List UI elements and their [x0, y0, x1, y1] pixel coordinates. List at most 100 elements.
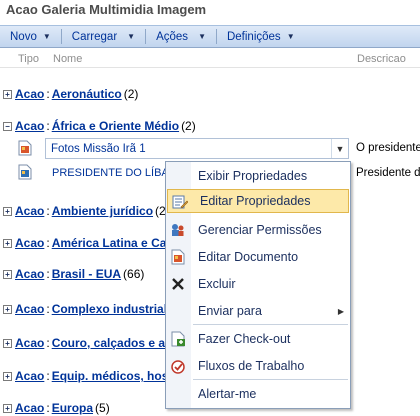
- menu-item-send-to[interactable]: Enviar para ▶: [166, 299, 350, 323]
- group-row: + Acao: Equip. médicos, hosp: [3, 368, 178, 384]
- item-description: O presidente: [356, 142, 420, 154]
- item-name-dropdown[interactable]: Fotos Missão Irã 1 ▼: [45, 138, 349, 159]
- group-name-link[interactable]: América Latina e Ca: [52, 236, 167, 250]
- image-file-icon: [18, 164, 32, 180]
- expand-icon[interactable]: +: [3, 269, 12, 279]
- group-prefix-link[interactable]: Acao: [15, 119, 44, 133]
- menu-item-delete[interactable]: Excluir: [166, 272, 350, 296]
- column-header-description[interactable]: Descricao: [357, 53, 406, 65]
- toolbar-separator: [215, 29, 217, 44]
- group-row-expanded: − Acao: África e Oriente Médio (2): [3, 118, 196, 134]
- expand-icon[interactable]: +: [3, 238, 12, 248]
- edit-properties-icon: [172, 194, 188, 210]
- view-properties-icon: [170, 168, 186, 184]
- group-name-link[interactable]: Brasil - EUA: [52, 267, 121, 281]
- chevron-down-icon[interactable]: ▼: [331, 139, 348, 158]
- menu-item-label: Editar Propriedades: [200, 194, 311, 208]
- expand-icon[interactable]: +: [3, 89, 12, 99]
- group-prefix-link[interactable]: Acao: [15, 369, 44, 383]
- menu-item-workflows[interactable]: Fluxos de Trabalho: [166, 354, 350, 378]
- group-name-link[interactable]: Complexo industrial: [52, 302, 167, 316]
- group-prefix-link[interactable]: Acao: [15, 236, 44, 250]
- menu-item-edit-properties[interactable]: Editar Propriedades: [167, 189, 349, 213]
- group-prefix-link[interactable]: Acao: [15, 204, 44, 218]
- menu-item-label: Alertar-me: [198, 387, 257, 401]
- settings-label: Definições: [226, 30, 281, 43]
- group-colon: :: [46, 87, 50, 101]
- menu-item-label: Enviar para: [198, 304, 262, 318]
- group-name-link[interactable]: Europa: [52, 401, 93, 415]
- chevron-down-icon: ▼: [198, 32, 206, 41]
- group-row: + Acao: Europa (5): [3, 400, 110, 416]
- expand-icon[interactable]: +: [3, 338, 12, 348]
- expand-icon[interactable]: +: [3, 304, 12, 314]
- group-count: (5): [95, 401, 110, 415]
- group-colon: :: [46, 401, 50, 415]
- alert-me-icon: [170, 386, 186, 402]
- group-name-link[interactable]: Ambiente jurídico: [52, 204, 153, 218]
- group-colon: :: [46, 369, 50, 383]
- column-header-type[interactable]: Tipo: [18, 53, 39, 65]
- menu-item-view-properties[interactable]: Exibir Propriedades: [166, 164, 350, 188]
- group-row: + Acao: América Latina e Ca: [3, 235, 168, 251]
- group-row: + Acao: Ambiente jurídico (2: [3, 203, 166, 219]
- group-name-link[interactable]: Couro, calçados e ar: [52, 336, 170, 350]
- actions-label: Ações: [156, 30, 189, 43]
- menu-item-manage-permissions[interactable]: Gerenciar Permissões: [166, 218, 350, 242]
- toolbar: Novo ▼ Carregar ▼ Ações ▼ Definições ▼: [0, 25, 420, 48]
- group-colon: :: [46, 336, 50, 350]
- group-colon: :: [46, 302, 50, 316]
- list-title: Acao Galeria Multimidia Imagem: [6, 2, 207, 17]
- group-name-link[interactable]: Aeronáutico: [52, 87, 122, 101]
- settings-menu-button[interactable]: Definições ▼: [219, 27, 303, 46]
- group-row: + Acao: Couro, calçados e ar: [3, 335, 172, 351]
- toolbar-separator: [145, 29, 147, 44]
- item-name-link[interactable]: Fotos Missão Irã 1: [46, 143, 331, 155]
- group-prefix-link[interactable]: Acao: [15, 302, 44, 316]
- item-description: Presidente do: [356, 167, 420, 179]
- submenu-arrow-icon: ▶: [337, 306, 344, 316]
- group-row: + Acao: Aeronáutico (2): [3, 86, 138, 102]
- workflows-icon: [170, 358, 186, 374]
- group-name-link[interactable]: África e Oriente Médio: [52, 119, 179, 133]
- group-colon: :: [46, 236, 50, 250]
- menu-item-label: Fazer Check-out: [198, 332, 291, 346]
- group-count: (2): [123, 87, 139, 101]
- header-divider: [0, 67, 420, 68]
- toolbar-separator: [60, 29, 62, 44]
- group-colon: :: [46, 204, 50, 218]
- image-file-icon: [18, 140, 32, 156]
- expand-icon[interactable]: +: [3, 403, 12, 413]
- column-header-name[interactable]: Nome: [53, 53, 82, 65]
- chevron-down-icon: ▼: [42, 32, 51, 41]
- actions-menu-button[interactable]: Ações ▼: [148, 27, 214, 46]
- group-count: (66): [123, 267, 145, 281]
- menu-item-label: Gerenciar Permissões: [198, 223, 322, 237]
- menu-item-label: Fluxos de Trabalho: [198, 359, 305, 373]
- new-label: Novo: [10, 30, 37, 43]
- menu-item-edit-document[interactable]: Editar Documento: [166, 245, 350, 269]
- menu-item-alert-me[interactable]: Alertar-me: [166, 382, 350, 406]
- expand-icon[interactable]: +: [3, 206, 12, 216]
- collapse-icon[interactable]: −: [3, 121, 12, 131]
- group-prefix-link[interactable]: Acao: [15, 267, 44, 281]
- menu-item-check-out[interactable]: Fazer Check-out: [166, 327, 350, 351]
- new-menu-button[interactable]: Novo ▼: [0, 27, 59, 46]
- group-row: + Acao: Brasil - EUA (66): [3, 266, 144, 282]
- group-prefix-link[interactable]: Acao: [15, 87, 44, 101]
- menu-item-label: Exibir Propriedades: [198, 169, 308, 183]
- upload-menu-button[interactable]: Carregar ▼: [64, 27, 143, 46]
- group-prefix-link[interactable]: Acao: [15, 336, 44, 350]
- group-name-link[interactable]: Equip. médicos, hosp: [52, 369, 176, 383]
- expand-icon[interactable]: +: [3, 371, 12, 381]
- item-name-link[interactable]: PRESIDENTE DO LÍBAN: [52, 167, 177, 179]
- check-out-icon: [170, 331, 186, 347]
- chevron-down-icon: ▼: [127, 32, 136, 41]
- send-to-icon: [170, 303, 186, 319]
- group-colon: :: [46, 119, 50, 133]
- menu-separator: [193, 379, 348, 380]
- item-context-menu: Exibir Propriedades Editar Propriedades …: [165, 161, 351, 409]
- group-prefix-link[interactable]: Acao: [15, 401, 44, 415]
- group-colon: :: [46, 267, 50, 281]
- upload-label: Carregar: [71, 30, 118, 43]
